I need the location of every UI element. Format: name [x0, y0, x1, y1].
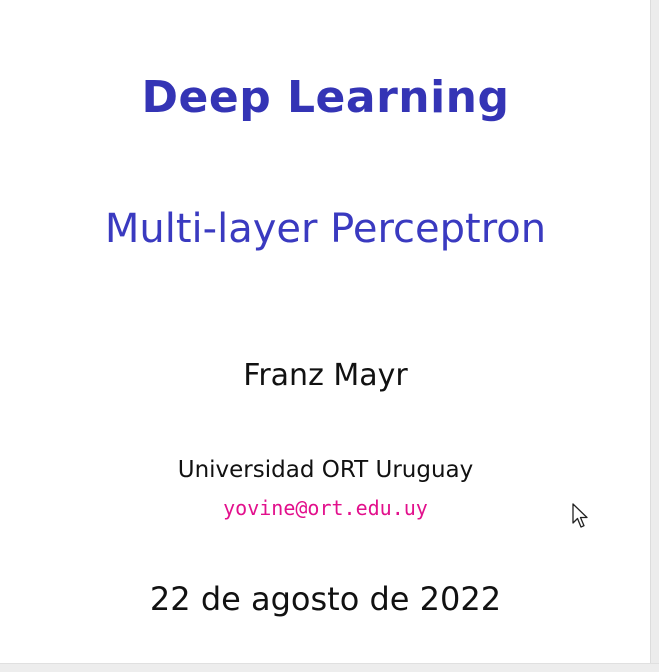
presentation-slide: Deep Learning Multi-layer Perceptron Fra… [0, 0, 659, 672]
author-email-link[interactable]: yovine@ort.edu.uy [0, 496, 651, 520]
mouse-pointer-icon [572, 503, 588, 528]
window-bottom-edge [0, 663, 659, 672]
institute-name: Universidad ORT Uruguay [177, 457, 474, 483]
slide-title: Deep Learning [141, 72, 510, 123]
slide-subtitle: Multi-layer Perceptron [104, 206, 547, 252]
author-name: Franz Mayr [243, 358, 408, 393]
presentation-date: 22 de agosto de 2022 [149, 580, 502, 618]
window-right-edge [650, 0, 659, 672]
